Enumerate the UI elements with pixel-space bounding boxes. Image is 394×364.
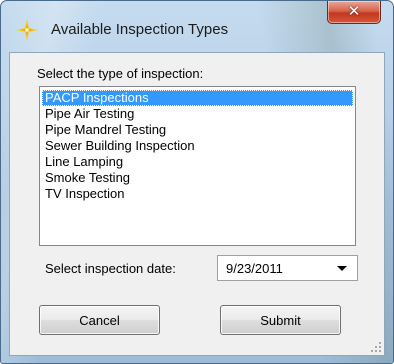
- list-item[interactable]: Smoke Testing: [42, 170, 353, 186]
- list-item[interactable]: TV Inspection: [42, 186, 353, 202]
- date-label: Select inspection date:: [45, 261, 176, 276]
- dialog-window: Available Inspection Types ✕ Select the …: [0, 0, 394, 364]
- list-item[interactable]: Sewer Building Inspection: [42, 138, 353, 154]
- window-title: Available Inspection Types: [51, 21, 229, 38]
- list-item[interactable]: Line Lamping: [42, 154, 353, 170]
- chevron-down-icon[interactable]: [337, 266, 347, 271]
- title-bar[interactable]: Available Inspection Types ✕: [1, 1, 393, 51]
- inspection-type-label: Select the type of inspection:: [37, 66, 204, 81]
- dialog-content: Select the type of inspection: PACP Insp…: [9, 52, 385, 356]
- list-item[interactable]: Pipe Air Testing: [42, 106, 353, 122]
- list-item[interactable]: Pipe Mandrel Testing: [42, 122, 353, 138]
- list-item[interactable]: PACP Inspections: [42, 90, 353, 106]
- close-icon: ✕: [347, 3, 361, 20]
- date-value: 9/23/2011: [226, 261, 283, 276]
- inspection-date-picker[interactable]: 9/23/2011: [217, 255, 358, 281]
- close-button[interactable]: ✕: [327, 1, 381, 24]
- submit-button[interactable]: Submit: [220, 305, 341, 335]
- inspection-type-list[interactable]: PACP Inspections Pipe Air Testing Pipe M…: [39, 86, 356, 246]
- sparkle-icon: [16, 19, 38, 41]
- resize-grip-icon[interactable]: [370, 341, 382, 353]
- cancel-button[interactable]: Cancel: [39, 305, 160, 335]
